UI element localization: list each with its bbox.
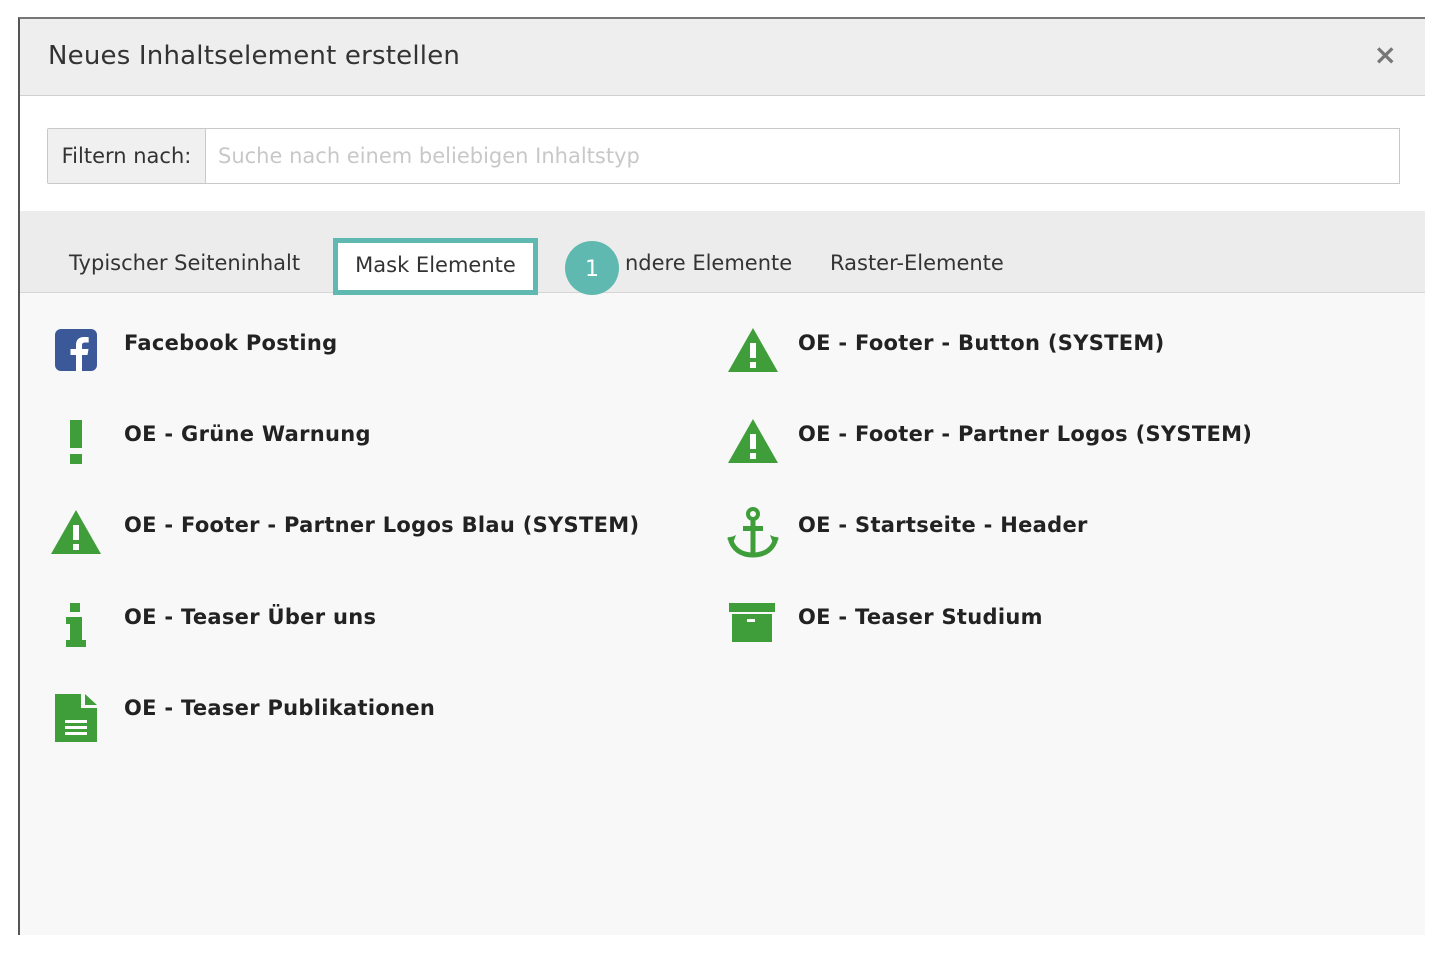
element-label: OE - Teaser Studium	[798, 605, 1043, 629]
filter-search-input[interactable]	[206, 128, 1400, 184]
element-facebook-posting[interactable]: Facebook Posting	[53, 325, 693, 395]
exclamation-icon	[70, 420, 82, 464]
element-label: OE - Startseite - Header	[798, 513, 1088, 537]
anchor-icon	[727, 507, 779, 558]
filter-label: Filtern nach:	[47, 128, 206, 184]
element-label: OE - Footer - Button (SYSTEM)	[798, 331, 1165, 355]
document-icon	[55, 694, 97, 742]
element-footer-partner-logos-blau[interactable]: OE - Footer - Partner Logos Blau (SYSTEM…	[50, 507, 690, 577]
tab-mask-elemente[interactable]: Mask Elemente	[333, 238, 538, 295]
info-icon	[66, 603, 86, 647]
element-startseite-header[interactable]: OE - Startseite - Header	[727, 507, 1367, 577]
tab-andere-elemente-label: ndere Elemente	[625, 251, 793, 275]
element-teaser-studium[interactable]: OE - Teaser Studium	[727, 599, 1367, 669]
warning-icon	[728, 419, 778, 463]
element-teaser-ueber-uns[interactable]: OE - Teaser Über uns	[53, 599, 693, 669]
element-label: OE - Footer - Partner Logos (SYSTEM)	[798, 422, 1253, 446]
element-label: OE - Grüne Warnung	[124, 422, 371, 446]
dialog-header: Neues Inhaltselement erstellen ×	[20, 19, 1425, 96]
tab-raster-elemente[interactable]: Raster-Elemente	[830, 251, 1004, 275]
element-footer-partner-logos[interactable]: OE - Footer - Partner Logos (SYSTEM)	[727, 416, 1367, 486]
element-teaser-publikationen[interactable]: OE - Teaser Publikationen	[53, 690, 693, 760]
filter-section: Filtern nach:	[20, 96, 1425, 211]
element-label: OE - Teaser Über uns	[124, 605, 377, 629]
element-gruene-warnung[interactable]: OE - Grüne Warnung	[53, 416, 693, 486]
tabs-bar: Typischer Seiteninhalt Mask Elemente nde…	[20, 211, 1425, 295]
warning-icon	[51, 510, 101, 554]
filter-group: Filtern nach:	[47, 128, 1400, 184]
element-label: OE - Footer - Partner Logos Blau (SYSTEM…	[124, 513, 640, 537]
archive-box-icon	[729, 603, 775, 642]
facebook-icon	[55, 329, 97, 371]
warning-icon	[728, 328, 778, 372]
tab-typischer-seiteninhalt[interactable]: Typischer Seiteninhalt	[69, 251, 300, 275]
new-content-element-dialog: Neues Inhaltselement erstellen × Filtern…	[18, 17, 1425, 935]
close-button[interactable]: ×	[1374, 41, 1397, 69]
element-footer-button[interactable]: OE - Footer - Button (SYSTEM)	[727, 325, 1367, 395]
dialog-title: Neues Inhaltselement erstellen	[48, 41, 461, 71]
element-label: OE - Teaser Publikationen	[124, 696, 436, 720]
element-label: Facebook Posting	[124, 331, 338, 355]
step-badge: 1	[565, 241, 619, 295]
